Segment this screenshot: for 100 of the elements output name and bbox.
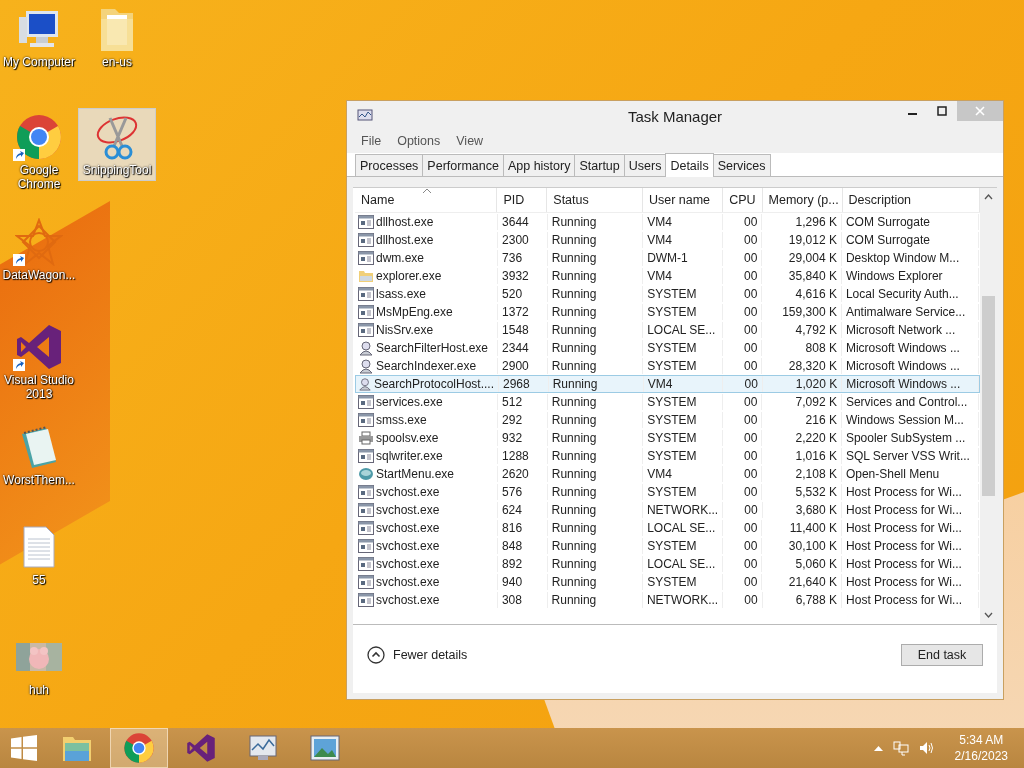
table-cell: 00 bbox=[744, 467, 758, 481]
table-cell: 940 bbox=[502, 575, 523, 589]
table-cell: 00 bbox=[744, 341, 758, 355]
table-row[interactable]: StartMenu.exe 2620 Running VM4 00 2,108 K Open-Shell Menu bbox=[355, 465, 980, 483]
table-cell: 4,792 K bbox=[795, 323, 837, 337]
table-cell: lsass.exe bbox=[376, 287, 427, 301]
table-row[interactable]: SearchIndexer.exe 2900 Running SYSTEM 00 28,320 K Microsoft Windows ... bbox=[355, 357, 980, 375]
table-cell: Running bbox=[551, 521, 597, 535]
program-icon bbox=[358, 395, 374, 409]
table-cell: smss.exe bbox=[376, 413, 427, 427]
table-cell: Microsoft Windows ... bbox=[845, 341, 960, 355]
table-cell: 4,616 K bbox=[795, 287, 837, 301]
table-cell: SYSTEM bbox=[647, 287, 697, 301]
network-icon[interactable] bbox=[892, 740, 909, 756]
show-hidden-icons-icon[interactable] bbox=[873, 745, 883, 751]
scrollbar[interactable] bbox=[980, 188, 997, 624]
table-cell: Spooler SubSystem ... bbox=[845, 431, 966, 445]
program-icon bbox=[358, 575, 374, 589]
table-row[interactable]: explorer.exe 3932 Running VM4 00 35,840 K Windows Explorer bbox=[355, 267, 980, 285]
table-row[interactable]: lsass.exe 520 Running SYSTEM 00 4,616 K Local Security Auth... bbox=[355, 285, 980, 303]
table-cell: Running bbox=[552, 377, 598, 391]
table-row[interactable]: NisSrv.exe 1548 Running LOCAL SE... 00 4,792 K Microsoft Network ... bbox=[355, 321, 980, 339]
table-cell: SearchFilterHost.exe bbox=[376, 341, 489, 355]
column-header[interactable]: PID bbox=[497, 188, 548, 212]
table-row[interactable]: dwm.exe 736 Running DWM-1 00 29,004 K Desktop Window M... bbox=[355, 249, 980, 267]
program-icon bbox=[358, 287, 374, 301]
table-row[interactable]: dllhost.exe 3644 Running VM4 00 1,296 K COM Surrogate bbox=[355, 213, 980, 231]
program-icon bbox=[358, 305, 374, 319]
table-row[interactable]: smss.exe 292 Running SYSTEM 00 216 K Windows Session M... bbox=[355, 411, 980, 429]
table-cell: 00 bbox=[744, 431, 758, 445]
tab[interactable]: Users bbox=[623, 154, 667, 176]
table-cell: Running bbox=[551, 575, 597, 589]
table-cell: 1,020 K bbox=[795, 377, 838, 391]
table-row[interactable]: svchost.exe 940 Running SYSTEM 00 21,640 K Host Process for Wi... bbox=[355, 573, 980, 591]
column-header[interactable]: Status bbox=[547, 188, 643, 212]
menu-item[interactable]: Options bbox=[397, 134, 441, 148]
table-cell: NETWORK... bbox=[646, 593, 719, 607]
table-row[interactable]: SearchProtocolHost.... 2968 Running VM4 00 1,020 K Microsoft Windows ... bbox=[355, 375, 980, 393]
taskbar-button[interactable] bbox=[110, 728, 168, 768]
table-row[interactable]: dllhost.exe 2300 Running VM4 00 19,012 K COM Surrogate bbox=[355, 231, 980, 249]
table-row[interactable]: svchost.exe 892 Running LOCAL SE... 00 5,060 K Host Process for Wi... bbox=[355, 555, 980, 573]
table-cell: svchost.exe bbox=[376, 485, 440, 499]
table-row[interactable]: svchost.exe 308 Running NETWORK... 00 6,788 K Host Process for Wi... bbox=[355, 591, 980, 609]
table-cell: 35,840 K bbox=[788, 269, 837, 283]
table-row[interactable]: svchost.exe 816 Running LOCAL SE... 00 11,400 K Host Process for Wi... bbox=[355, 519, 980, 537]
table-cell: 6,788 K bbox=[795, 593, 838, 607]
table-cell: 00 bbox=[744, 323, 758, 337]
table-cell: 292 bbox=[502, 413, 523, 427]
table-cell: 816 bbox=[502, 521, 523, 535]
table-cell: 30,100 K bbox=[788, 539, 837, 553]
table-row[interactable]: sqlwriter.exe 1288 Running SYSTEM 00 1,016 K SQL Server VSS Writ... bbox=[355, 447, 980, 465]
search-service-icon bbox=[358, 340, 374, 356]
table-cell: NisSrv.exe bbox=[376, 323, 434, 337]
tab[interactable]: Startup bbox=[574, 154, 625, 176]
table-row[interactable]: spoolsv.exe 932 Running SYSTEM 00 2,220 K Spooler SubSystem ... bbox=[355, 429, 980, 447]
column-header[interactable]: User name bbox=[642, 188, 723, 212]
table-cell: Desktop Window M... bbox=[845, 251, 960, 265]
table-cell: Running bbox=[551, 557, 597, 571]
table-cell: SYSTEM bbox=[647, 305, 697, 319]
table-cell: 00 bbox=[744, 557, 758, 571]
tab[interactable]: Services bbox=[712, 154, 771, 176]
minimize-icon bbox=[907, 113, 917, 115]
table-cell: 00 bbox=[744, 485, 758, 499]
program-icon bbox=[358, 233, 374, 247]
scrollbar-thumb[interactable] bbox=[982, 296, 995, 496]
visual-studio-icon bbox=[186, 733, 216, 763]
table-cell: 216 K bbox=[805, 413, 837, 427]
table-row[interactable]: svchost.exe 576 Running SYSTEM 00 5,532 K Host Process for Wi... bbox=[355, 483, 980, 501]
column-header[interactable]: Name bbox=[355, 188, 498, 212]
table-row[interactable]: svchost.exe 848 Running SYSTEM 00 30,100 K Host Process for Wi... bbox=[355, 537, 980, 555]
tab[interactable]: Processes bbox=[355, 154, 424, 176]
table-cell: 00 bbox=[744, 395, 758, 409]
menu-item[interactable]: File bbox=[361, 134, 382, 148]
table-row[interactable]: services.exe 512 Running SYSTEM 00 7,092 K Services and Control... bbox=[355, 393, 980, 411]
table-cell: 00 bbox=[744, 575, 758, 589]
table-row[interactable]: MsMpEng.exe 1372 Running SYSTEM 00 159,300 K Antimalware Service... bbox=[355, 303, 980, 321]
table-cell: 00 bbox=[744, 305, 758, 319]
visual-studio-icon bbox=[15, 323, 63, 371]
program-icon bbox=[358, 521, 374, 535]
table-cell: LOCAL SE... bbox=[647, 323, 716, 337]
tab[interactable]: App history bbox=[502, 154, 576, 176]
tab[interactable]: Details bbox=[665, 153, 714, 177]
menu-item[interactable]: View bbox=[456, 134, 484, 148]
table-cell: 00 bbox=[744, 251, 758, 265]
column-header[interactable]: Memory (p... bbox=[762, 188, 843, 212]
table-cell: 28,320 K bbox=[788, 359, 837, 373]
table-cell: 00 bbox=[744, 449, 758, 463]
table-cell: Running bbox=[551, 467, 597, 481]
table-cell: VM4 bbox=[647, 467, 672, 481]
table-cell: SYSTEM bbox=[647, 413, 697, 427]
table-row[interactable]: svchost.exe 624 Running NETWORK... 00 3,680 K Host Process for Wi... bbox=[355, 501, 980, 519]
table-cell: COM Surrogate bbox=[845, 215, 930, 229]
table-cell: Host Process for Wi... bbox=[845, 557, 962, 571]
end-task-button[interactable]: End task bbox=[901, 644, 983, 666]
column-header[interactable]: CPU bbox=[722, 188, 763, 212]
volume-icon[interactable] bbox=[918, 740, 935, 756]
table-row[interactable]: SearchFilterHost.exe 2344 Running SYSTEM 00 808 K Microsoft Windows ... bbox=[355, 339, 980, 357]
tab[interactable]: Performance bbox=[422, 154, 504, 176]
program-icon bbox=[358, 593, 374, 607]
fewer-details-button[interactable]: Fewer details bbox=[367, 646, 468, 664]
